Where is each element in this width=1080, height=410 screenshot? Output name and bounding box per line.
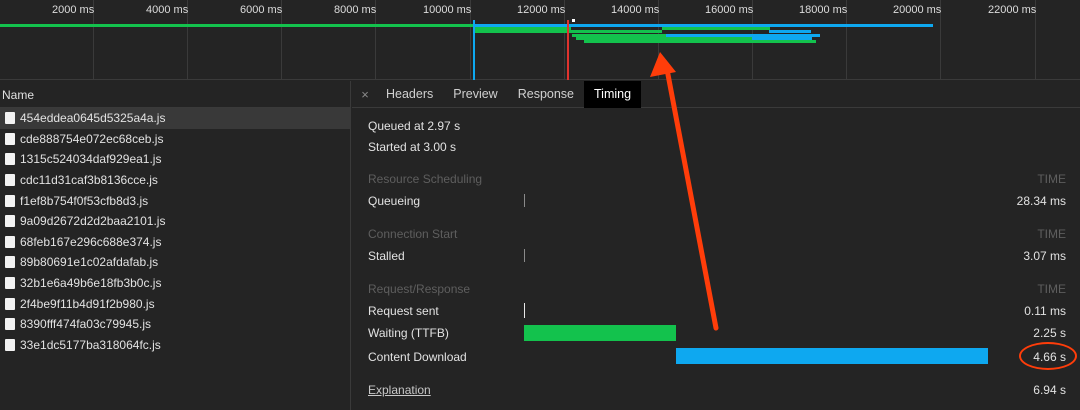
file-name: 89b80691e1c02afdafab.js <box>20 255 159 270</box>
queued-at-text: Queued at 2.97 s <box>368 119 461 133</box>
tick-label: 14000 ms <box>611 4 660 16</box>
list-item[interactable]: 89b80691e1c02afdafab.js <box>0 252 350 273</box>
file-icon <box>5 235 15 248</box>
overview-timeline[interactable]: 2000 ms 4000 ms 6000 ms 8000 ms 10000 ms… <box>0 0 1080 80</box>
explanation-link[interactable]: Explanation <box>368 383 431 397</box>
tick-label: 22000 ms <box>988 4 1037 16</box>
tab-preview[interactable]: Preview <box>443 81 507 108</box>
overview-bar <box>584 40 816 43</box>
stalled-value: 3.07 ms <box>1023 249 1066 263</box>
list-item[interactable]: 9a09d2672d2d2baa2101.js <box>0 211 350 232</box>
content-download-bar <box>676 348 988 364</box>
request-sent-label: Request sent <box>368 304 439 318</box>
file-icon <box>5 297 15 310</box>
list-item[interactable]: 32b1e6a49b6e18fb3b0c.js <box>0 273 350 294</box>
column-header-name[interactable]: Name <box>0 81 350 108</box>
waiting-value: 2.25 s <box>1033 326 1066 340</box>
highlight-ellipse <box>1019 342 1077 370</box>
details-panel: × Headers Preview Response Timing Queued… <box>352 80 1080 410</box>
tick-label: 12000 ms <box>517 4 566 16</box>
section-request-response: Request/Response <box>368 282 471 296</box>
file-icon <box>5 215 15 228</box>
file-name: 9a09d2672d2d2baa2101.js <box>20 214 166 229</box>
tab-response[interactable]: Response <box>508 81 584 108</box>
tick-label: 10000 ms <box>423 4 472 16</box>
overview-bar <box>662 27 770 30</box>
list-item[interactable]: 454eddea0645d5325a4a.js <box>0 108 350 129</box>
file-icon <box>5 132 15 145</box>
waiting-label: Waiting (TTFB) <box>368 326 449 340</box>
file-name: 8390fff474fa03c79945.js <box>20 317 152 332</box>
stalled-bar <box>524 249 525 262</box>
section-resource-scheduling: Resource Scheduling <box>368 172 483 186</box>
tick-label: 6000 ms <box>240 4 283 16</box>
overview-bar <box>752 37 812 40</box>
list-item[interactable]: f1ef8b754f0f53cfb8d3.js <box>0 190 350 211</box>
file-name: 1315c524034daf929ea1.js <box>20 152 162 167</box>
file-icon <box>5 277 15 290</box>
overview-dot <box>572 19 575 22</box>
tick-label: 20000 ms <box>893 4 942 16</box>
waiting-ttfb-bar <box>524 325 676 341</box>
file-name: cdc11d31caf3b8136cce.js <box>20 173 158 188</box>
file-name: f1ef8b754f0f53cfb8d3.js <box>20 193 149 208</box>
queueing-value: 28.34 ms <box>1016 194 1066 208</box>
file-name: 68feb167e296c688e374.js <box>20 234 162 249</box>
section-connection-start: Connection Start <box>368 227 458 241</box>
file-name: 2f4be9f11b4d91f2b980.js <box>20 296 155 311</box>
file-icon <box>5 112 15 125</box>
tick-label: 2000 ms <box>52 4 95 16</box>
started-at-text: Started at 3.00 s <box>368 140 457 154</box>
overview-bar <box>0 24 475 27</box>
queueing-label: Queueing <box>368 194 421 208</box>
tick-label: 8000 ms <box>334 4 377 16</box>
list-item[interactable]: 68feb167e296c688e374.js <box>0 232 350 253</box>
file-icon <box>5 318 15 331</box>
file-name: 32b1e6a49b6e18fb3b0c.js <box>20 276 162 291</box>
details-tabs: × Headers Preview Response Timing <box>352 80 1080 108</box>
close-icon[interactable]: × <box>354 87 376 102</box>
request-sent-value: 0.11 ms <box>1024 304 1066 318</box>
load-marker <box>567 20 569 80</box>
tick-label: 4000 ms <box>146 4 189 16</box>
tick-label: 16000 ms <box>705 4 754 16</box>
overview-bar <box>769 30 811 33</box>
list-item[interactable]: 8390fff474fa03c79945.js <box>0 314 350 335</box>
file-name: cde888754e072ec68ceb.js <box>20 131 164 146</box>
list-item[interactable]: cde888754e072ec68ceb.js <box>0 129 350 150</box>
file-icon <box>5 338 15 351</box>
file-icon <box>5 194 15 207</box>
tab-timing[interactable]: Timing <box>584 80 642 108</box>
file-icon <box>5 153 15 166</box>
file-name: 33e1dc5177ba318064fc.js <box>20 337 161 352</box>
tick-label: 18000 ms <box>799 4 848 16</box>
file-icon <box>5 174 15 187</box>
list-item[interactable]: 1315c524034daf929ea1.js <box>0 149 350 170</box>
request-sent-bar <box>524 303 525 318</box>
file-name: 454eddea0645d5325a4a.js <box>20 111 166 126</box>
request-list[interactable]: Name 454eddea0645d5325a4a.js cde888754e0… <box>0 81 351 410</box>
time-column-header: TIME <box>1037 172 1066 186</box>
file-icon <box>5 256 15 269</box>
list-item[interactable]: 2f4be9f11b4d91f2b980.js <box>0 293 350 314</box>
time-column-header: TIME <box>1037 282 1066 296</box>
dom-content-loaded-marker <box>473 20 475 80</box>
content-download-label: Content Download <box>368 350 467 364</box>
queueing-bar <box>524 194 525 207</box>
time-column-header: TIME <box>1037 227 1066 241</box>
stalled-label: Stalled <box>368 249 405 263</box>
list-item[interactable]: cdc11d31caf3b8136cce.js <box>0 170 350 191</box>
tab-headers[interactable]: Headers <box>376 81 443 108</box>
total-time-value: 6.94 s <box>1033 383 1066 397</box>
list-item[interactable]: 33e1dc5177ba318064fc.js <box>0 335 350 356</box>
